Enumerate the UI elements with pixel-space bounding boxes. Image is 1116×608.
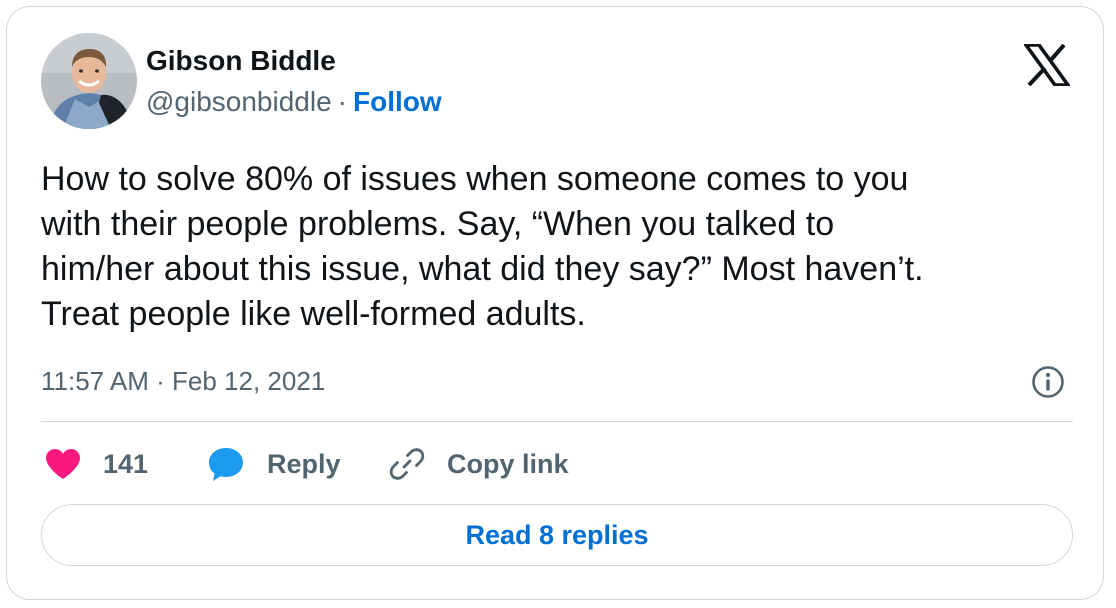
like-count: 141 [103, 448, 149, 479]
author-handle[interactable]: @gibsonbiddle [146, 86, 332, 118]
reply-button[interactable]: Reply [207, 442, 341, 486]
link-icon [389, 448, 425, 480]
follow-button[interactable]: Follow [353, 86, 442, 118]
copy-link-button[interactable]: Copy link [389, 442, 569, 486]
divider [41, 421, 1073, 422]
tweet-text-line: with their people problems. Say, “When y… [41, 205, 835, 243]
read-replies-button[interactable]: Read 8 replies [41, 504, 1073, 566]
tweet-text-line: Treat people like well-formed adults. [41, 295, 586, 333]
copy-link-label: Copy link [447, 448, 569, 479]
separator-dot: · [337, 86, 347, 117]
author-handle-row: @gibsonbiddle · Follow [146, 86, 442, 118]
reply-label: Reply [267, 448, 341, 479]
heart-icon [46, 449, 80, 479]
tweet-timestamp[interactable]: 11:57 AM · Feb 12, 2021 [41, 366, 325, 397]
x-logo-icon[interactable] [1022, 43, 1072, 87]
tweet-text-line: How to solve 80% of issues when someone … [41, 160, 909, 198]
like-button[interactable]: 141 [45, 442, 148, 486]
tweet-text-line: him/her about this issue, what did they … [41, 250, 924, 288]
speech-bubble-icon [209, 448, 243, 481]
author-name[interactable]: Gibson Biddle [146, 45, 336, 77]
tweet-card: Gibson Biddle @gibsonbiddle · Follow How… [6, 6, 1104, 600]
avatar-photo [41, 33, 137, 129]
info-icon[interactable] [1031, 365, 1065, 399]
tweet-text: How to solve 80% of issues when someone … [41, 157, 1081, 337]
author-avatar[interactable] [41, 33, 137, 129]
